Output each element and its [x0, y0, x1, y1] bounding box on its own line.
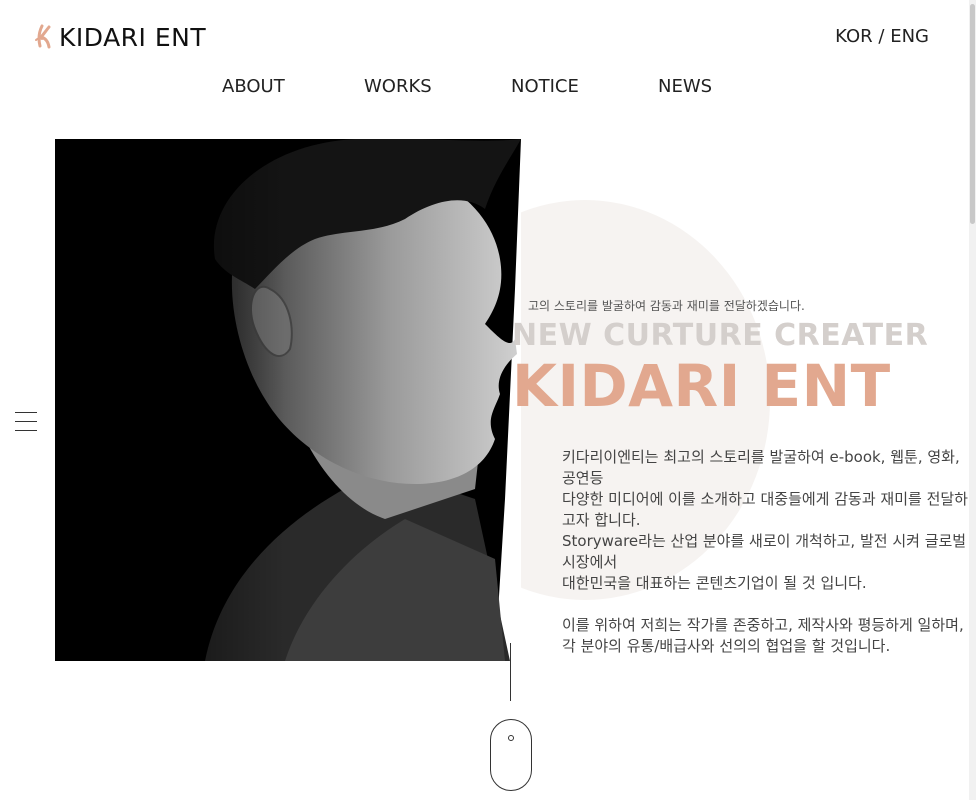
hero-subline: 고의 스토리를 발굴하여 감동과 재미를 전달하겠습니다.: [528, 299, 805, 313]
nav-item-news[interactable]: NEWS: [658, 76, 712, 97]
hero-title-big: KIDARI ENT: [512, 352, 891, 420]
hero-portrait-image: [55, 139, 521, 661]
desc-line: 대한민국을 대표하는 콘텐츠기업이 될 것 입니다.: [562, 574, 867, 592]
logo-text: KIDARI ENT: [59, 22, 207, 52]
language-switcher: KOR / ENG: [835, 26, 929, 47]
mouse-wheel-dot: [508, 735, 514, 741]
main-nav: ABOUT WORKS NOTICE NEWS: [0, 76, 976, 100]
lang-separator: /: [878, 26, 885, 47]
lang-kor-link[interactable]: KOR: [835, 26, 873, 47]
desc-line: 이를 위하여 저희는 작가를 존중하고, 제작사와 평등하게 일하며,: [562, 616, 964, 634]
mouse-scroll-icon[interactable]: [490, 719, 532, 791]
portrait-illustration: [55, 139, 521, 661]
desc-line: 키다리이엔티는 최고의 스토리를 발굴하여 e-book, 웹툰, 영화, 공연…: [562, 448, 960, 487]
page-scrollbar[interactable]: [969, 0, 976, 800]
nav-item-works[interactable]: WORKS: [364, 76, 432, 97]
site-logo[interactable]: KIDARI ENT: [33, 22, 206, 52]
desc-line: 다양한 미디어에 이를 소개하고 대중들에게 감동과 재미를 전달하고자 합니다…: [562, 490, 968, 529]
hero-description: 키다리이엔티는 최고의 스토리를 발굴하여 e-book, 웹툰, 영화, 공연…: [562, 447, 970, 657]
lang-eng-link[interactable]: ENG: [890, 26, 929, 47]
nav-item-about[interactable]: ABOUT: [222, 76, 285, 97]
hero-title-small: NEW CURTURE CREATER: [512, 318, 929, 353]
desc-line: 각 분야의 유통/배급사와 선의의 협업을 할 것입니다.: [562, 637, 891, 655]
scrollbar-thumb[interactable]: [970, 4, 975, 224]
logo-mark-icon: [35, 24, 51, 49]
nav-item-notice[interactable]: NOTICE: [511, 76, 579, 97]
scroll-line: [510, 643, 511, 701]
desc-line: Storyware라는 산업 분야를 새로이 개척하고, 발전 시켜 글로벌 시…: [562, 532, 967, 571]
hamburger-icon[interactable]: [15, 412, 37, 434]
